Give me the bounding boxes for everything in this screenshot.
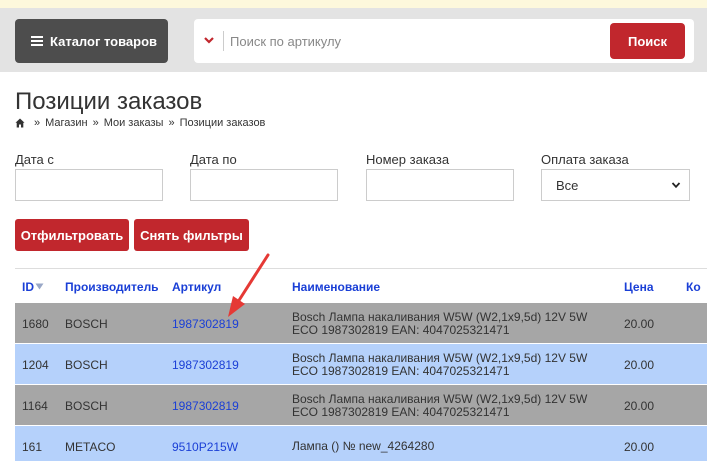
table-row: 1680 BOSCH 1987302819 Bosch Лампа накали… bbox=[15, 302, 707, 343]
date-from-label: Дата с bbox=[15, 152, 54, 167]
date-to-field[interactable] bbox=[190, 169, 338, 201]
catalog-button[interactable]: Каталог товаров bbox=[15, 19, 168, 63]
column-id[interactable]: ID bbox=[22, 280, 44, 294]
cell-price: 20.00 bbox=[624, 440, 655, 454]
cell-manufacturer: METACO bbox=[65, 440, 116, 454]
reset-filter-button[interactable]: Снять фильтры bbox=[134, 219, 249, 251]
home-icon[interactable] bbox=[15, 118, 25, 128]
column-manufacturer[interactable]: Производитель bbox=[65, 280, 159, 294]
search-divider bbox=[223, 31, 224, 51]
breadcrumb-separator: » bbox=[168, 117, 175, 129]
order-number-field[interactable] bbox=[366, 169, 514, 201]
search-box: Поиск bbox=[194, 19, 694, 63]
column-article[interactable]: Артикул bbox=[172, 280, 221, 294]
date-from-field[interactable] bbox=[15, 169, 163, 201]
sort-icon[interactable] bbox=[35, 282, 44, 291]
cell-name-line: ECO 1987302819 EAN: 4047025321471 bbox=[292, 323, 510, 337]
cell-manufacturer: BOSCH bbox=[65, 399, 108, 413]
cell-id: 1204 bbox=[22, 358, 49, 372]
article-link[interactable]: 1987302819 bbox=[172, 399, 239, 413]
breadcrumb-separator: » bbox=[92, 117, 99, 129]
orders-table: ID Производитель Артикул Наименование Це… bbox=[15, 268, 707, 461]
apply-filter-button[interactable]: Отфильтровать bbox=[15, 219, 129, 251]
column-name[interactable]: Наименование bbox=[292, 280, 380, 294]
column-id-label: ID bbox=[22, 280, 34, 294]
breadcrumb-shop[interactable]: Магазин bbox=[45, 117, 87, 129]
column-quantity[interactable]: Ко bbox=[686, 280, 701, 294]
cell-name-line: Лампа () № new_4264280 bbox=[292, 439, 435, 453]
breadcrumb: » Магазин » Мои заказы » Позиции заказов bbox=[15, 117, 265, 129]
payment-label: Оплата заказа bbox=[541, 152, 629, 167]
cell-id: 161 bbox=[22, 440, 43, 454]
header-bar: Каталог товаров Поиск bbox=[0, 8, 707, 72]
cell-name: Bosch Лампа накаливания W5W (W2,1x9,5d) … bbox=[292, 393, 612, 419]
breadcrumb-current: Позиции заказов bbox=[179, 117, 266, 129]
catalog-button-label: Каталог товаров bbox=[50, 33, 158, 49]
payment-select-value: Все bbox=[556, 177, 579, 193]
cell-name-line: ECO 1987302819 EAN: 4047025321471 bbox=[292, 364, 510, 378]
cell-name: Лампа () № new_4264280 bbox=[292, 440, 612, 453]
cell-manufacturer: BOSCH bbox=[65, 358, 108, 372]
table-row: 161 METACO 9510P215W Лампа () № new_4264… bbox=[15, 425, 707, 461]
page-title: Позиции заказов bbox=[15, 88, 203, 115]
column-price[interactable]: Цена bbox=[624, 280, 654, 294]
breadcrumb-my-orders[interactable]: Мои заказы bbox=[104, 117, 164, 129]
cell-name-line: ECO 1987302819 EAN: 4047025321471 bbox=[292, 405, 510, 419]
cell-manufacturer: BOSCH bbox=[65, 317, 108, 331]
date-to-label: Дата по bbox=[190, 152, 237, 167]
top-strip bbox=[0, 0, 707, 8]
payment-select[interactable]: Все bbox=[541, 169, 690, 201]
cell-price: 20.00 bbox=[624, 317, 655, 331]
menu-icon bbox=[31, 34, 43, 48]
breadcrumb-separator: » bbox=[34, 117, 41, 129]
article-link[interactable]: 1987302819 bbox=[172, 358, 239, 372]
cell-price: 20.00 bbox=[624, 358, 655, 372]
article-link[interactable]: 1987302819 bbox=[172, 317, 239, 331]
chevron-down-icon[interactable] bbox=[203, 31, 215, 51]
order-number-label: Номер заказа bbox=[366, 152, 450, 167]
cell-price: 20.00 bbox=[624, 399, 655, 413]
cell-id: 1680 bbox=[22, 317, 49, 331]
cell-name: Bosch Лампа накаливания W5W (W2,1x9,5d) … bbox=[292, 352, 612, 378]
cell-name: Bosch Лампа накаливания W5W (W2,1x9,5d) … bbox=[292, 311, 612, 337]
table-row: 1204 BOSCH 1987302819 Bosch Лампа накали… bbox=[15, 343, 707, 384]
chevron-down-icon bbox=[671, 182, 681, 189]
search-button[interactable]: Поиск bbox=[610, 23, 685, 59]
table-header: ID Производитель Артикул Наименование Це… bbox=[15, 268, 707, 302]
article-link[interactable]: 9510P215W bbox=[172, 440, 238, 454]
cell-id: 1164 bbox=[22, 399, 48, 413]
table-row: 1164 BOSCH 1987302819 Bosch Лампа накали… bbox=[15, 384, 707, 425]
search-input[interactable] bbox=[230, 19, 600, 63]
